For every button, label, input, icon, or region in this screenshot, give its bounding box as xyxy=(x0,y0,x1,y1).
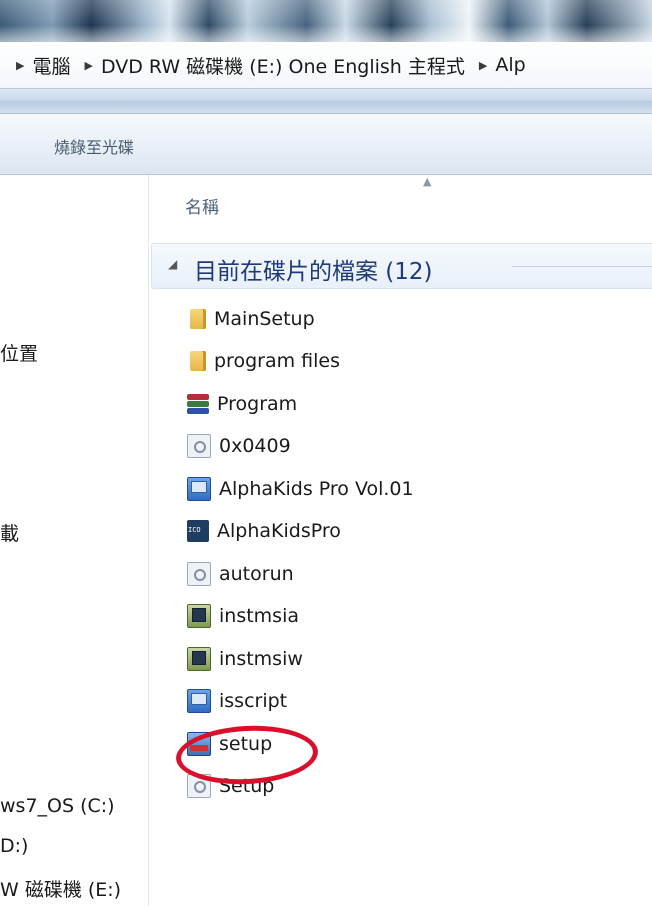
collapse-triangle-icon[interactable]: ◢ xyxy=(168,257,177,271)
file-name: Setup xyxy=(219,775,275,797)
file-list-pane: 名稱 ▲ ◢ 目前在碟片的檔案 (12) MainSetup program f… xyxy=(149,175,652,906)
breadcrumb-separator-icon[interactable]: ▶ xyxy=(479,59,487,72)
nav-item-drive-e[interactable]: W 磁碟機 (E:) xyxy=(0,875,121,902)
list-item[interactable]: program files xyxy=(187,343,340,379)
navigation-pane: 位置 載 ws7_OS (C:) D:) W 磁碟機 (E:) xyxy=(0,175,149,906)
list-item[interactable]: Program xyxy=(187,386,297,422)
address-bar[interactable]: ▶ 電腦 ▶ DVD RW 磁碟機 (E:) One English 主程式 ▶… xyxy=(0,42,652,89)
installer-icon xyxy=(187,604,211,628)
list-item[interactable]: AlphaKids Pro Vol.01 xyxy=(187,471,414,507)
file-name: AlphaKids Pro Vol.01 xyxy=(219,478,414,500)
file-name: MainSetup xyxy=(214,308,315,330)
nav-item-downloads[interactable]: 載 xyxy=(0,519,19,546)
list-item[interactable]: autorun xyxy=(187,556,294,592)
breadcrumb-computer[interactable]: 電腦 xyxy=(32,52,70,79)
file-name: AlphaKidsPro xyxy=(217,520,341,542)
list-item[interactable]: 0x0409 xyxy=(187,428,291,464)
list-item[interactable]: AlphaKidsPro xyxy=(187,513,341,549)
folder-icon xyxy=(190,309,206,329)
list-item[interactable]: instmsia xyxy=(187,598,299,634)
list-item[interactable]: setup xyxy=(187,726,272,762)
winrar-archive-icon xyxy=(187,393,209,415)
list-item[interactable]: MainSetup xyxy=(187,301,315,337)
breadcrumb-separator-icon[interactable]: ▶ xyxy=(84,59,92,72)
command-toolbar: 燒錄至光碟 xyxy=(0,114,652,175)
file-name: 0x0409 xyxy=(219,435,291,457)
burn-to-disc-button[interactable]: 燒錄至光碟 xyxy=(52,132,136,160)
file-name: instmsia xyxy=(219,605,299,627)
window-titlebar xyxy=(0,0,652,42)
setup-package-icon xyxy=(187,477,211,501)
settings-file-icon xyxy=(187,434,211,458)
address-bar-divider xyxy=(0,89,652,114)
settings-file-icon xyxy=(187,562,211,586)
list-item[interactable]: instmsiw xyxy=(187,641,303,677)
setup-exe-icon xyxy=(187,732,211,756)
explorer-window: ▶ 電腦 ▶ DVD RW 磁碟機 (E:) One English 主程式 ▶… xyxy=(0,0,652,906)
folder-icon xyxy=(190,351,206,371)
group-divider xyxy=(512,266,652,267)
file-name: isscript xyxy=(219,690,288,712)
setup-package-icon xyxy=(187,689,211,713)
file-name: instmsiw xyxy=(219,648,303,670)
file-name: autorun xyxy=(219,563,294,585)
file-name: setup xyxy=(219,733,273,755)
breadcrumb-folder[interactable]: Alp xyxy=(495,54,525,76)
file-name: program files xyxy=(214,350,340,372)
column-header-name[interactable]: 名稱 xyxy=(185,193,219,218)
list-item[interactable]: Setup xyxy=(187,768,274,804)
nav-item-drive-c[interactable]: ws7_OS (C:) xyxy=(0,795,115,817)
file-name: Program xyxy=(217,393,298,415)
installer-icon xyxy=(187,647,211,671)
list-item[interactable]: isscript xyxy=(187,683,287,719)
group-title: 目前在碟片的檔案 (12) xyxy=(194,259,433,285)
nav-item-locations[interactable]: 位置 xyxy=(0,339,38,366)
column-header-row: 名稱 ▲ xyxy=(149,175,652,233)
nav-item-drive-d[interactable]: D:) xyxy=(0,835,28,857)
sort-ascending-icon: ▲ xyxy=(423,175,432,188)
breadcrumb-separator-icon[interactable]: ▶ xyxy=(16,59,24,72)
breadcrumb-dvd-drive[interactable]: DVD RW 磁碟機 (E:) One English 主程式 xyxy=(101,52,465,79)
ico-file-icon xyxy=(187,520,209,542)
settings-file-icon xyxy=(187,774,211,798)
group-header[interactable]: ◢ 目前在碟片的檔案 (12) xyxy=(151,243,652,289)
